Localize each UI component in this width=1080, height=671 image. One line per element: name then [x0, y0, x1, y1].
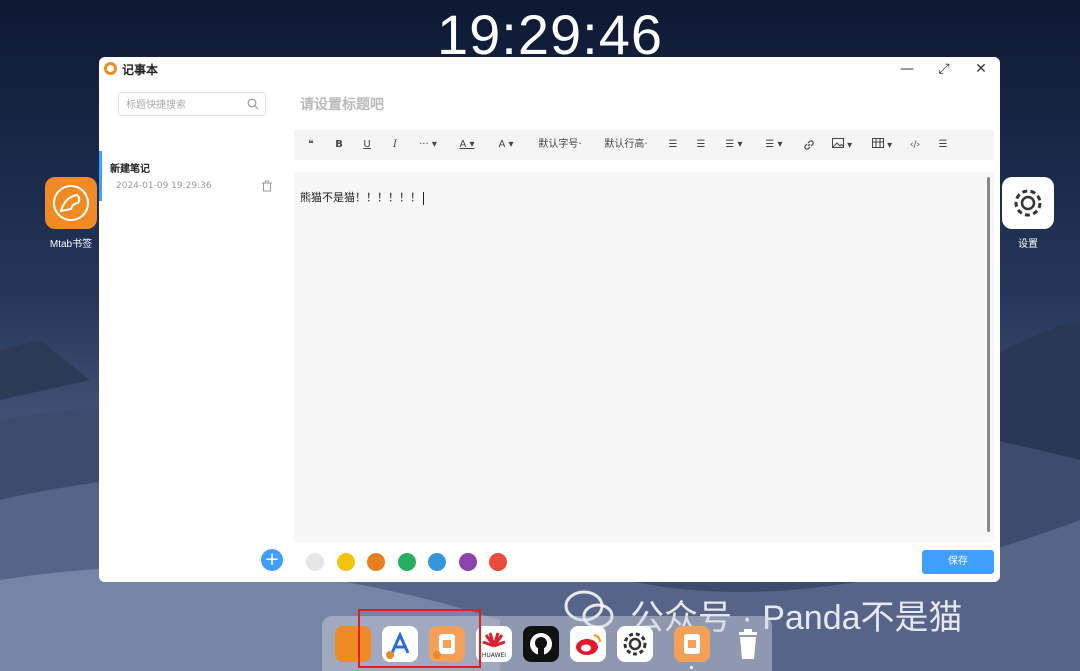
editor-area[interactable]: 熊猫不是猫！！！！！！	[294, 172, 994, 542]
ordered-list-button[interactable]: ☰	[694, 138, 708, 152]
code-button[interactable]: ‹/›	[908, 138, 922, 152]
text-caret	[423, 191, 424, 205]
table-button[interactable]: ▾	[870, 138, 894, 152]
image-icon	[831, 138, 844, 148]
font-color-button[interactable]: A ▾	[456, 138, 478, 152]
divider-button[interactable]: ☰	[936, 138, 950, 152]
align-button[interactable]: ☰ ▾	[722, 138, 746, 152]
table-icon	[871, 138, 884, 148]
bullet-list-button[interactable]: ☰	[666, 138, 680, 152]
color-swatch-purple[interactable]	[459, 553, 477, 571]
window-titlebar[interactable]: 记事本 — ⤢ ✕	[99, 57, 1000, 81]
dock-notepad-active-icon[interactable]	[674, 626, 710, 662]
color-swatch-orange[interactable]	[367, 553, 385, 571]
notepad-logo-icon	[104, 62, 117, 75]
more-styles-button[interactable]: ··· ▾	[416, 138, 440, 152]
note-list-item[interactable]: 新建笔记 2024-01-09 19:29:36	[99, 151, 285, 201]
note-title: 新建笔记	[110, 164, 150, 175]
color-swatch-red[interactable]	[489, 553, 507, 571]
image-button[interactable]: ▾	[830, 138, 854, 152]
editor-scrollbar[interactable]	[987, 177, 990, 532]
note-date: 2024-01-09 19:29:36	[116, 181, 212, 191]
huawei-label: HUAWEI	[482, 652, 506, 659]
dock-github-icon[interactable]	[523, 626, 559, 662]
color-swatch-green[interactable]	[398, 553, 416, 571]
image-dropdown-caret: ▾	[847, 140, 853, 151]
search-icon[interactable]	[247, 98, 259, 110]
quote-button[interactable]: ❝	[304, 138, 318, 152]
bold-button[interactable]: B	[332, 138, 346, 152]
minimize-button[interactable]: —	[896, 60, 918, 78]
window-title: 记事本	[122, 63, 159, 77]
note-title-input[interactable]	[300, 95, 990, 115]
table-dropdown-caret: ▾	[887, 140, 893, 151]
active-indicator	[99, 151, 102, 201]
link-icon[interactable]	[802, 138, 816, 152]
dock-huawei-icon[interactable]: HUAWEI	[476, 626, 512, 662]
background-color-button[interactable]: A ▾	[494, 138, 518, 152]
indent-button[interactable]: ☰ ▾	[762, 138, 786, 152]
save-button[interactable]: 保存	[922, 550, 994, 574]
search-box	[118, 92, 266, 117]
notepad-window: 记事本 — ⤢ ✕ 新建笔记 2024-01-09 19:29:36 + ❝ B…	[99, 57, 1000, 582]
maximize-button[interactable]: ⤢	[933, 60, 955, 78]
font-size-select[interactable]: 默认字号·	[534, 138, 586, 152]
mtab-horse-icon	[45, 177, 97, 229]
close-button[interactable]: ✕	[970, 60, 992, 78]
dock-active-indicator	[690, 666, 693, 669]
notes-sidebar: 新建笔记 2024-01-09 19:29:36 +	[99, 81, 285, 582]
desktop-icon-label: Mtab书签	[49, 239, 93, 250]
color-swatch-blue[interactable]	[428, 553, 446, 571]
gear-icon	[1002, 177, 1054, 229]
dock-weibo-icon[interactable]	[570, 626, 606, 662]
delete-note-icon[interactable]	[261, 180, 273, 192]
dock-settings-icon[interactable]	[617, 626, 653, 662]
desktop-icon-label: 设置	[1018, 239, 1038, 250]
dock-trash-icon[interactable]	[730, 626, 766, 662]
italic-button[interactable]: I	[388, 138, 402, 152]
color-swatch-yellow[interactable]	[337, 553, 355, 571]
editor-content[interactable]: 熊猫不是猫！！！！！！	[300, 189, 424, 205]
desktop-icon-settings[interactable]: 设置	[993, 177, 1063, 250]
add-note-button[interactable]: +	[261, 549, 283, 571]
desktop-icon-mtab[interactable]: Mtab书签	[36, 177, 106, 250]
color-swatch-default[interactable]	[306, 553, 324, 571]
editor-text: 熊猫不是猫！！！！！！	[300, 191, 421, 204]
search-input[interactable]	[126, 94, 246, 117]
editor-toolbar: ❝ B U I ··· ▾ A ▾ A ▾ 默认字号· 默认行高· ☰ ☰ ☰ …	[294, 130, 994, 160]
underline-button[interactable]: U	[360, 138, 374, 152]
red-highlight-box	[358, 609, 481, 668]
line-height-select[interactable]: 默认行高·	[600, 138, 652, 152]
